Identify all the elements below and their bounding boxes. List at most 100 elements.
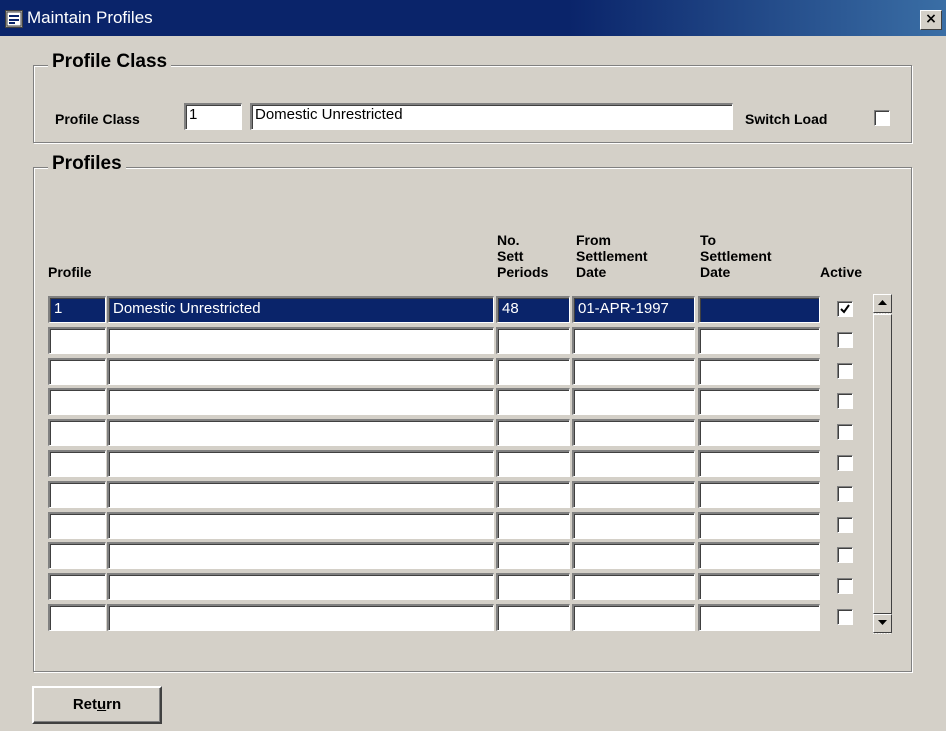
- sett-periods-cell[interactable]: [496, 419, 570, 446]
- switch-load-label: Switch Load: [745, 111, 828, 127]
- to-settlement-date-cell[interactable]: [698, 450, 820, 477]
- from-settlement-date-cell[interactable]: [572, 573, 695, 600]
- profile-description-cell[interactable]: [107, 419, 494, 446]
- sett-periods-cell[interactable]: [496, 327, 570, 354]
- from-settlement-date-cell[interactable]: 01-APR-1997: [572, 296, 695, 323]
- profiles-scroll-thumb[interactable]: [873, 314, 892, 614]
- column-header-sett-periods-line-2: Sett: [497, 248, 524, 264]
- column-header-from-line-3: Date: [576, 264, 607, 280]
- from-settlement-date-cell[interactable]: [572, 481, 695, 508]
- to-settlement-date-cell[interactable]: [698, 604, 820, 631]
- profile-code-cell[interactable]: 1: [48, 296, 106, 323]
- profile-code-cell[interactable]: [48, 388, 106, 415]
- from-settlement-date-cell[interactable]: [572, 512, 695, 539]
- from-settlement-date-cell[interactable]: [572, 327, 695, 354]
- active-checkbox[interactable]: [837, 547, 853, 563]
- column-header-to-settlement-date: To Settlement Date: [700, 232, 772, 280]
- return-button-label-end: rn: [106, 696, 122, 713]
- window-title: Maintain Profiles: [27, 8, 153, 27]
- column-header-to-line-3: Date: [700, 264, 731, 280]
- profile-code-cell[interactable]: [48, 481, 106, 508]
- profile-description-cell[interactable]: [107, 358, 494, 385]
- to-settlement-date-cell[interactable]: [698, 388, 820, 415]
- sett-periods-cell[interactable]: [496, 481, 570, 508]
- checkmark-icon: [840, 304, 850, 314]
- to-settlement-date-cell[interactable]: [698, 573, 820, 600]
- profile-code-cell[interactable]: [48, 419, 106, 446]
- column-header-to-line-1: To: [700, 232, 717, 248]
- active-checkbox[interactable]: [837, 609, 853, 625]
- to-settlement-date-cell[interactable]: [698, 512, 820, 539]
- profile-class-description-field[interactable]: Domestic Unrestricted: [250, 103, 733, 130]
- sett-periods-cell[interactable]: [496, 388, 570, 415]
- profile-class-group-title: Profile Class: [48, 51, 172, 73]
- active-checkbox[interactable]: [837, 578, 853, 594]
- to-settlement-date-cell[interactable]: [698, 296, 820, 323]
- profile-description-cell[interactable]: [107, 327, 494, 354]
- column-header-sett-periods-line-1: No.: [497, 232, 520, 248]
- profile-description-cell[interactable]: Domestic Unrestricted: [107, 296, 494, 323]
- active-checkbox[interactable]: [837, 363, 853, 379]
- profile-description-cell[interactable]: [107, 573, 494, 600]
- to-settlement-date-cell[interactable]: [698, 327, 820, 354]
- active-checkbox[interactable]: [837, 455, 853, 471]
- column-header-sett-periods-line-3: Periods: [497, 264, 549, 280]
- active-checkbox[interactable]: [837, 424, 853, 440]
- to-settlement-date-cell[interactable]: [698, 481, 820, 508]
- profile-code-cell[interactable]: [48, 358, 106, 385]
- close-icon[interactable]: ×: [920, 10, 942, 30]
- from-settlement-date-cell[interactable]: [572, 358, 695, 385]
- title-bar[interactable]: Maintain Profiles ×: [0, 0, 946, 36]
- column-header-profile: Profile: [48, 264, 92, 280]
- return-button-label-start: Ret: [72, 696, 97, 713]
- profile-description-cell[interactable]: [107, 604, 494, 631]
- sett-periods-cell[interactable]: [496, 573, 570, 600]
- profile-code-cell[interactable]: [48, 573, 106, 600]
- column-header-from-line-1: From: [576, 232, 611, 248]
- profile-description-cell[interactable]: [107, 542, 494, 569]
- scroll-up-arrow-icon[interactable]: [873, 294, 892, 313]
- active-checkbox[interactable]: [837, 332, 853, 348]
- profile-class-label: Profile Class: [55, 111, 140, 127]
- from-settlement-date-cell[interactable]: [572, 419, 695, 446]
- profile-code-cell[interactable]: [48, 512, 106, 539]
- maintain-profiles-window: Maintain Profiles × Profile Class Profil…: [0, 0, 946, 731]
- sett-periods-cell[interactable]: [496, 542, 570, 569]
- active-checkbox[interactable]: [837, 517, 853, 533]
- column-header-from-settlement-date: From Settlement Date: [576, 232, 648, 280]
- profile-description-cell[interactable]: [107, 512, 494, 539]
- from-settlement-date-cell[interactable]: [572, 542, 695, 569]
- return-button-mnemonic: u: [97, 696, 107, 713]
- profile-description-cell[interactable]: [107, 388, 494, 415]
- scroll-down-arrow-icon[interactable]: [873, 614, 892, 633]
- active-checkbox[interactable]: [837, 486, 853, 502]
- sett-periods-cell[interactable]: [496, 358, 570, 385]
- app-form-icon: [5, 10, 23, 28]
- to-settlement-date-cell[interactable]: [698, 542, 820, 569]
- profile-code-cell[interactable]: [48, 327, 106, 354]
- profile-description-cell[interactable]: [107, 450, 494, 477]
- active-checkbox[interactable]: [837, 393, 853, 409]
- switch-load-checkbox[interactable]: [874, 110, 890, 126]
- return-button[interactable]: Return: [32, 686, 162, 724]
- sett-periods-cell[interactable]: 48: [496, 296, 570, 323]
- from-settlement-date-cell[interactable]: [572, 388, 695, 415]
- sett-periods-cell[interactable]: [496, 512, 570, 539]
- profiles-group-title: Profiles: [48, 153, 126, 175]
- profile-code-cell[interactable]: [48, 542, 106, 569]
- profile-code-cell[interactable]: [48, 604, 106, 631]
- column-header-to-line-2: Settlement: [700, 248, 772, 264]
- sett-periods-cell[interactable]: [496, 604, 570, 631]
- column-header-from-line-2: Settlement: [576, 248, 648, 264]
- from-settlement-date-cell[interactable]: [572, 450, 695, 477]
- active-checkbox[interactable]: [837, 301, 853, 317]
- profile-code-cell[interactable]: [48, 450, 106, 477]
- profile-description-cell[interactable]: [107, 481, 494, 508]
- to-settlement-date-cell[interactable]: [698, 419, 820, 446]
- from-settlement-date-cell[interactable]: [572, 604, 695, 631]
- to-settlement-date-cell[interactable]: [698, 358, 820, 385]
- profile-class-code-field[interactable]: 1: [184, 103, 242, 130]
- column-header-sett-periods: No. Sett Periods: [497, 232, 548, 280]
- column-header-active: Active: [820, 264, 863, 280]
- sett-periods-cell[interactable]: [496, 450, 570, 477]
